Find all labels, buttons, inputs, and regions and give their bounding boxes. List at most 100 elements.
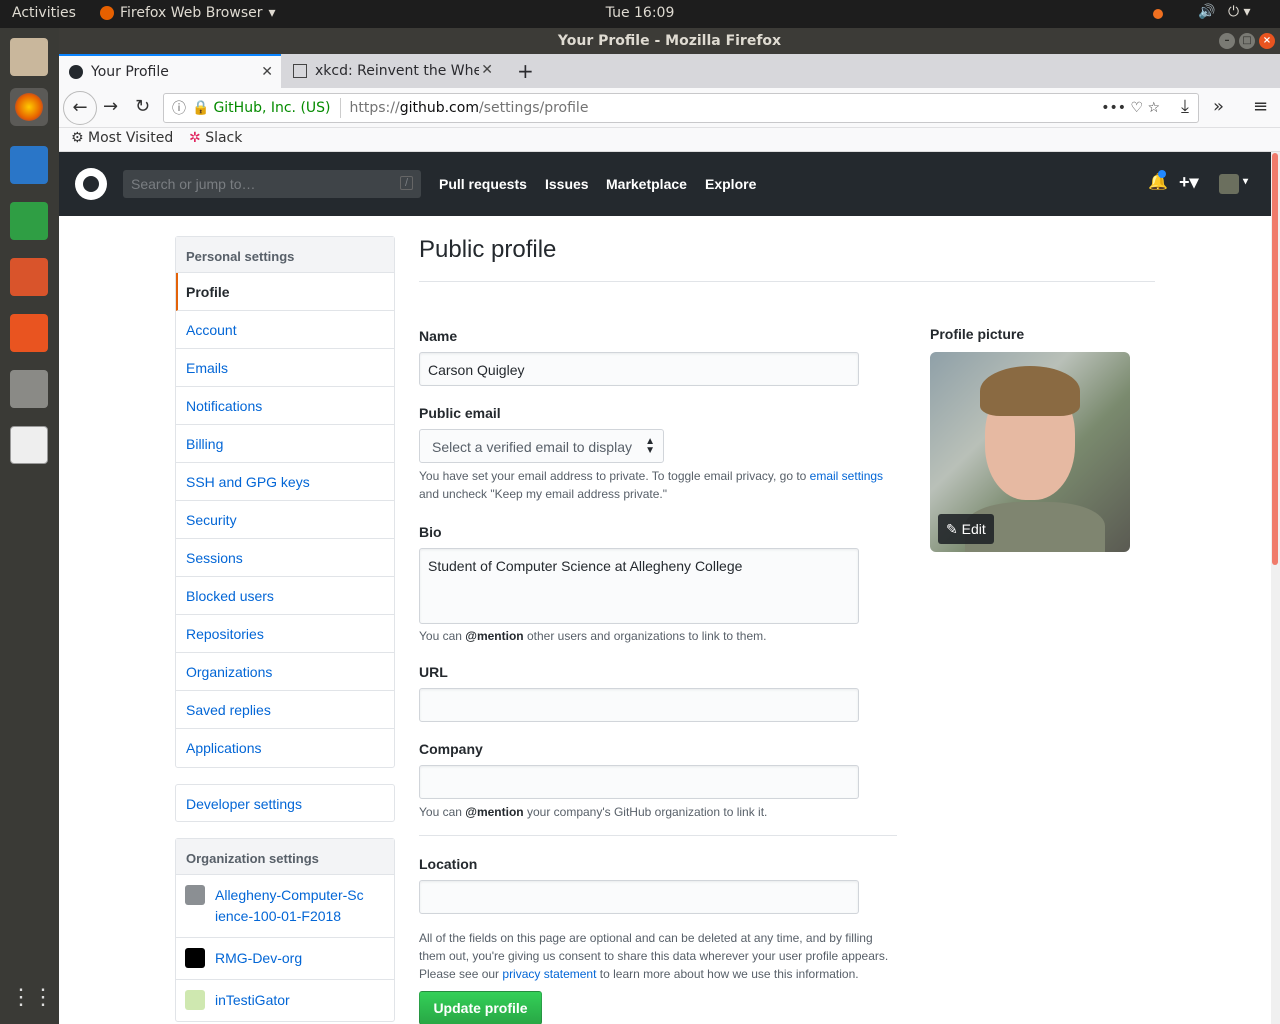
minimize-icon[interactable]: – <box>1219 33 1235 49</box>
impress-icon[interactable] <box>10 258 48 296</box>
org-name: RMG-Dev-org <box>215 950 303 966</box>
sidebar-item-account[interactable]: Account <box>176 311 394 349</box>
create-new-icon[interactable]: +▾ <box>1179 172 1199 193</box>
page-scrollbar[interactable] <box>1271 152 1280 1024</box>
nav-marketplace[interactable]: Marketplace <box>606 176 687 192</box>
sidebar-item-applications[interactable]: Applications <box>176 729 394 767</box>
sidebar-item-ssh-gpg[interactable]: SSH and GPG keys <box>176 463 394 501</box>
app-menu-label: Firefox Web Browser <box>120 5 263 21</box>
sidebar-item-repositories[interactable]: Repositories <box>176 615 394 653</box>
page-title: Public profile <box>419 236 1155 282</box>
close-tab-icon[interactable]: ✕ <box>261 64 273 80</box>
location-field[interactable] <box>419 880 859 914</box>
close-tab-icon[interactable]: ✕ <box>481 62 493 78</box>
terminal-icon[interactable] <box>10 426 48 464</box>
sidebar-item-emails[interactable]: Emails <box>176 349 394 387</box>
dock: ⋮⋮ <box>0 28 59 1024</box>
new-tab-button[interactable]: + <box>507 54 541 88</box>
sidebar-item-blocked-users[interactable]: Blocked users <box>176 577 394 615</box>
bookmark-most-visited[interactable]: ⚙ Most Visited <box>71 130 173 146</box>
forward-button[interactable]: → <box>103 96 118 117</box>
tab-strip: Your Profile ✕ xkcd: Reinvent the Whee ✕ + <box>59 54 1280 88</box>
profile-picture: ✎ Edit <box>930 352 1130 552</box>
url-bar[interactable]: ⓘ 🔒 GitHub, Inc. (US) https://github.com… <box>163 93 1199 123</box>
gear-icon: ⚙ <box>71 130 84 146</box>
menu-icon[interactable]: ≡ <box>1253 96 1268 117</box>
sidebar-item-saved-replies[interactable]: Saved replies <box>176 691 394 729</box>
sidebar-item-sessions[interactable]: Sessions <box>176 539 394 577</box>
files-icon[interactable] <box>10 38 48 76</box>
search-input[interactable]: Search or jump to… / <box>123 170 421 198</box>
page-actions-icon[interactable]: ••• ♡ ☆ <box>1101 100 1160 116</box>
org-name: Allegheny-Computer-Science-100-01-F2018 <box>215 887 364 924</box>
note-text: You can <box>419 629 466 643</box>
firefox-dock-icon[interactable] <box>10 88 48 126</box>
chevron-down-icon[interactable]: ▾ <box>1243 176 1248 187</box>
github-header: Search or jump to… / Pull requests Issues… <box>59 152 1271 216</box>
sidebar-item-organizations[interactable]: Organizations <box>176 653 394 691</box>
app-menu[interactable]: Firefox Web Browser ▾ <box>100 5 276 21</box>
notification-dot-icon <box>1153 9 1163 19</box>
sidebar-item-security[interactable]: Security <box>176 501 394 539</box>
url-field[interactable] <box>419 688 859 722</box>
nav-issues[interactable]: Issues <box>545 176 589 192</box>
name-field[interactable]: Carson Quigley <box>419 352 859 386</box>
nav-pull-requests[interactable]: Pull requests <box>439 176 527 192</box>
update-profile-button[interactable]: Update profile <box>419 991 542 1024</box>
user-avatar[interactable] <box>1219 174 1239 194</box>
back-button[interactable]: ← <box>63 91 97 125</box>
bookmark-label: Most Visited <box>88 130 174 146</box>
org-item[interactable]: Allegheny-Computer-Science-100-01-F2018 <box>176 875 394 938</box>
developer-settings-link[interactable]: Developer settings <box>175 784 395 822</box>
activities-button[interactable]: Activities <box>12 5 76 21</box>
sidebar-item-billing[interactable]: Billing <box>176 425 394 463</box>
email-privacy-note: You have set your email address to priva… <box>419 467 899 503</box>
apps-grid-icon[interactable]: ⋮⋮ <box>10 978 54 1016</box>
tab-your-profile[interactable]: Your Profile ✕ <box>59 54 281 88</box>
company-note: You can @mention your company's GitHub o… <box>419 803 859 821</box>
tab-label: Your Profile <box>91 64 169 80</box>
settings-icon[interactable] <box>10 370 48 408</box>
sidebar-item-profile[interactable]: Profile <box>176 273 394 311</box>
power-icon[interactable]: ⏻ ▾ <box>1228 4 1251 20</box>
settings-page: Personal settings Profile Account Emails… <box>59 216 1271 1024</box>
scrollbar-thumb[interactable] <box>1272 153 1278 565</box>
software-icon[interactable] <box>10 314 48 352</box>
note-text: other users and organizations to link to… <box>523 629 767 643</box>
email-settings-link[interactable]: email settings <box>810 469 883 483</box>
edit-label: Edit <box>961 521 986 537</box>
org-avatar <box>185 990 205 1010</box>
bookmarks-toolbar: ⚙ Most Visited ✲ Slack <box>59 128 1280 152</box>
info-icon[interactable]: ⓘ <box>172 98 186 118</box>
github-logo-icon[interactable] <box>75 168 107 200</box>
tab-label: xkcd: Reinvent the Whee <box>315 63 479 79</box>
calc-icon[interactable] <box>10 202 48 240</box>
org-item[interactable]: inTestiGator <box>176 980 394 1021</box>
sidebar-item-notifications[interactable]: Notifications <box>176 387 394 425</box>
org-item[interactable]: RMG-Dev-org <box>176 938 394 980</box>
writer-icon[interactable] <box>10 146 48 184</box>
note-text: to learn more about how we use this info… <box>596 967 859 981</box>
close-window-icon[interactable]: × <box>1259 33 1275 49</box>
company-field[interactable] <box>419 765 859 799</box>
overflow-icon[interactable]: » <box>1213 96 1224 117</box>
org-avatar <box>185 948 205 968</box>
url-label: URL <box>419 664 448 680</box>
bookmark-slack[interactable]: ✲ Slack <box>189 130 242 146</box>
bio-textarea[interactable]: Student of Computer Science at Allegheny… <box>419 548 859 624</box>
privacy-statement-link[interactable]: privacy statement <box>502 967 596 981</box>
nav-explore[interactable]: Explore <box>705 176 756 192</box>
tab-xkcd[interactable]: xkcd: Reinvent the Whee ✕ <box>283 54 501 88</box>
downloads-icon[interactable]: ⤓ <box>1181 96 1189 117</box>
profile-picture-label: Profile picture <box>930 326 1025 342</box>
maximize-icon[interactable]: □ <box>1239 33 1255 49</box>
site-identity[interactable]: GitHub, Inc. (US) <box>213 100 330 116</box>
edit-picture-button[interactable]: ✎ Edit <box>938 514 994 544</box>
mention-text: @mention <box>465 629 524 643</box>
github-favicon-icon <box>69 65 83 79</box>
reload-button[interactable]: ↻ <box>135 96 150 117</box>
select-arrows-icon: ▲ ▼ <box>645 436 655 456</box>
navigation-toolbar: ← → ↻ ⓘ 🔒 GitHub, Inc. (US) https://gith… <box>59 88 1280 128</box>
public-email-select[interactable]: Select a verified email to display ▲ ▼ <box>419 429 664 463</box>
volume-icon[interactable]: 🔊 <box>1198 4 1215 20</box>
